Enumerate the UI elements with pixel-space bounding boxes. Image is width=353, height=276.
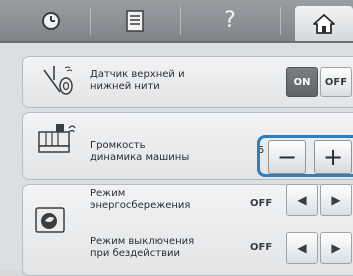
tab-divider	[280, 7, 281, 35]
top-tab-bar: ?	[0, 0, 353, 43]
sewing-machine-speaker-icon	[36, 122, 76, 160]
tab-divider	[90, 7, 91, 35]
home-icon	[313, 13, 335, 34]
tab-home[interactable]	[295, 6, 353, 41]
volume-decrease-button[interactable]: −	[268, 140, 306, 174]
thread-sensor-label: Датчик верхней и нижней нити	[90, 69, 185, 92]
eco-mode-next-button[interactable]: ▶	[320, 184, 352, 216]
eco-mode-label: Режим энергосбережения	[90, 188, 191, 211]
eco-mode-prev-button[interactable]: ◀	[286, 184, 318, 216]
thread-sensor-on-button[interactable]: ON	[286, 67, 318, 97]
document-icon	[126, 9, 144, 32]
eco-mode-value: OFF	[250, 198, 273, 209]
idle-shutdown-prev-button[interactable]: ◀	[286, 232, 318, 264]
idle-shutdown-label: Режим выключения при бездействии	[90, 236, 195, 259]
idle-shutdown-next-button[interactable]: ▶	[320, 232, 352, 264]
tab-document[interactable]	[100, 5, 170, 36]
thread-sensor-icon	[40, 64, 76, 102]
volume-increase-button[interactable]: +	[314, 140, 352, 174]
speaker-volume-label: Громкость динамика машины	[90, 140, 190, 163]
tab-clock[interactable]	[22, 5, 80, 36]
eco-mode-icon	[34, 206, 68, 240]
idle-shutdown-value: OFF	[250, 242, 273, 253]
clock-icon	[41, 11, 61, 31]
thread-sensor-off-button[interactable]: OFF	[320, 67, 352, 97]
tab-divider	[180, 7, 181, 35]
help-icon: ?	[224, 8, 236, 33]
tab-help[interactable]: ?	[190, 5, 270, 36]
